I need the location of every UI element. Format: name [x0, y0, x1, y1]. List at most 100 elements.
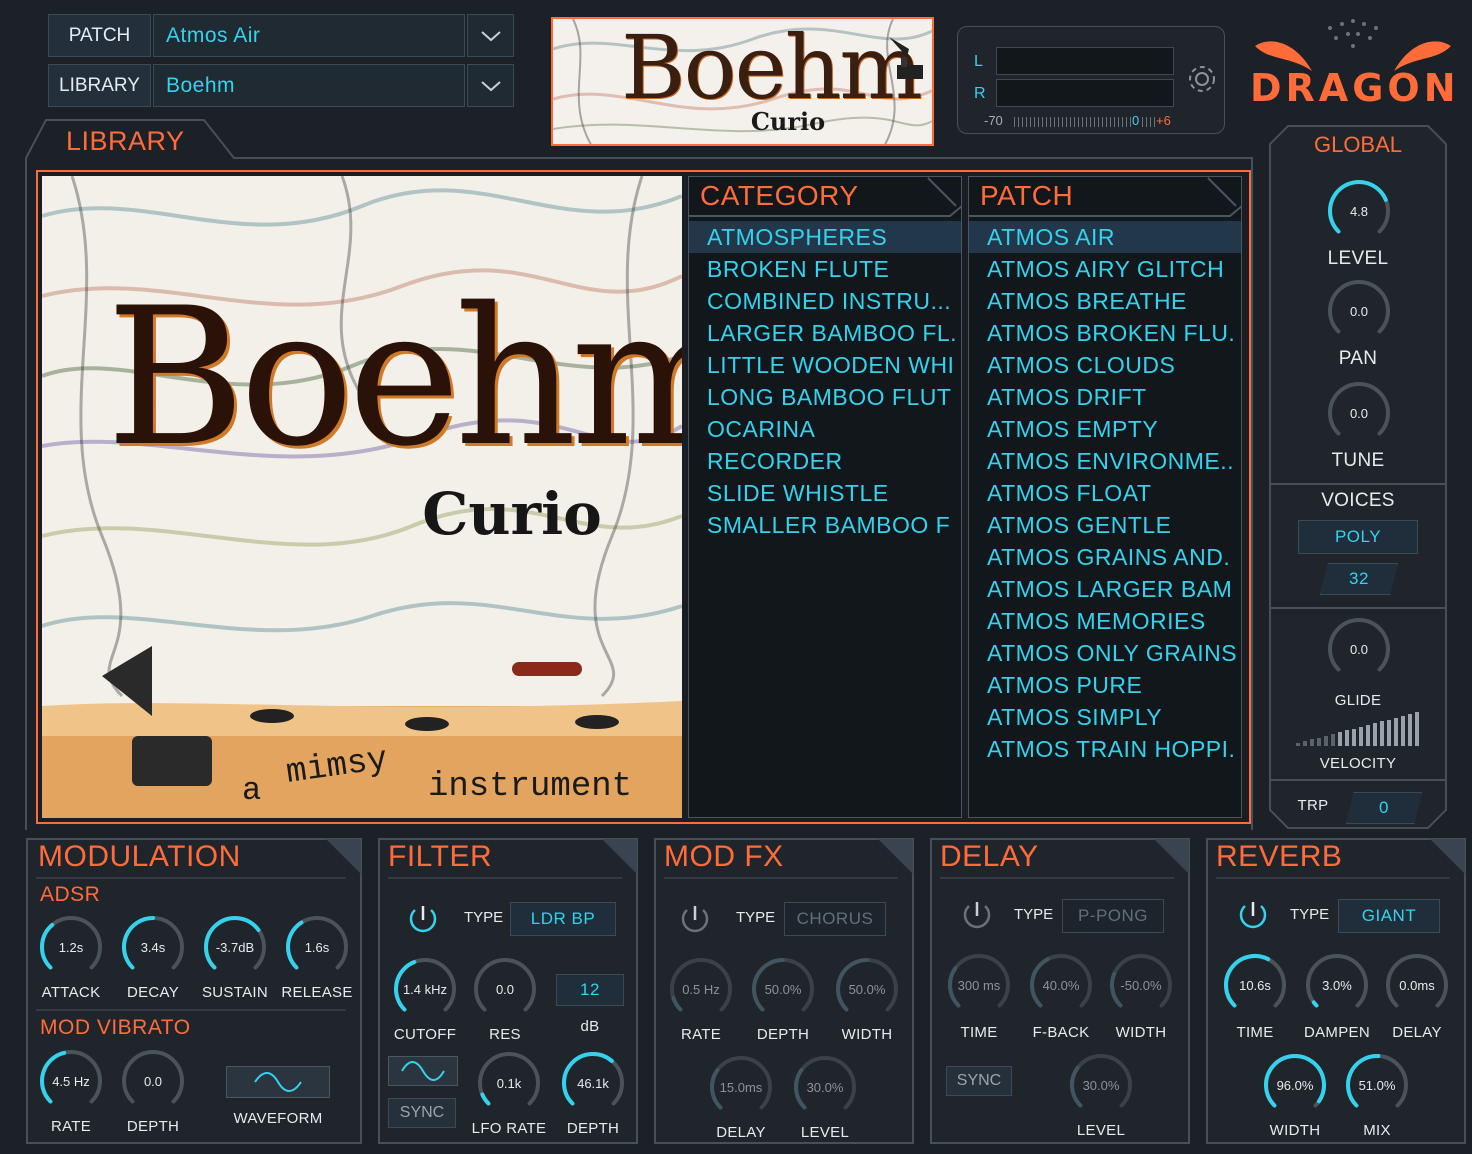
patch-dropdown-button[interactable] — [467, 14, 514, 57]
patch-item[interactable]: ATMOS DRIFT — [969, 381, 1241, 413]
waveform-button[interactable] — [226, 1066, 330, 1098]
patch-item[interactable]: ATMOS GENTLE — [969, 509, 1241, 541]
reverb-title: REVERB — [1216, 840, 1343, 873]
patch-item[interactable]: ATMOS EMPTY — [969, 413, 1241, 445]
level-label: LEVEL — [1327, 248, 1389, 269]
reverb-mix-knob[interactable]: 51.0% — [1344, 1052, 1410, 1118]
patch-item[interactable]: ATMOS LARGER BAM — [969, 573, 1241, 605]
gear-icon[interactable] — [1184, 61, 1220, 97]
patch-item[interactable]: ATMOS AIRY GLITCH — [969, 253, 1241, 285]
voices-count-field[interactable]: 32 — [1320, 563, 1398, 595]
library-label: LIBRARY — [48, 64, 151, 107]
patch-item[interactable]: ATMOS MEMORIES — [969, 605, 1241, 637]
delay-power-icon[interactable] — [960, 898, 994, 937]
trp-label: TRP — [1297, 797, 1329, 814]
reverb-type-selector[interactable]: GIANT — [1338, 899, 1440, 933]
delay-level-knob[interactable]: 30.0% — [1068, 1052, 1134, 1118]
filter-sync-button[interactable]: SYNC — [388, 1098, 456, 1128]
modfx-width-knob[interactable]: 50.0% — [834, 956, 900, 1022]
global-title: GLOBAL — [1313, 132, 1403, 157]
velocity-bar — [1352, 728, 1356, 746]
reverb-power-icon[interactable] — [1236, 898, 1270, 937]
glide-knob[interactable]: 0.0 — [1326, 616, 1392, 682]
modfx-level-knob[interactable]: 30.0% — [792, 1054, 858, 1120]
patch-item[interactable]: ATMOS BROKEN FLU. — [969, 317, 1241, 349]
patch-item[interactable]: ATMOS CLOUDS — [969, 349, 1241, 381]
velocity-bar — [1401, 716, 1405, 746]
patch-item[interactable]: ATMOS PURE — [969, 669, 1241, 701]
patch-field[interactable]: Atmos Air — [153, 14, 465, 57]
modfx-delay-knob[interactable]: 15.0ms — [708, 1054, 774, 1120]
modfx-power-icon[interactable] — [678, 902, 712, 941]
patch-item[interactable]: ATMOS FLOAT — [969, 477, 1241, 509]
velocity-bar — [1387, 719, 1391, 746]
attack-knob[interactable]: 1.2s — [38, 914, 104, 980]
patch-item[interactable]: ATMOS GRAINS AND. — [969, 541, 1241, 573]
level-knob[interactable]: 4.8 — [1326, 178, 1392, 244]
decay-knob[interactable]: 3.4s — [120, 914, 186, 980]
velocity-curve[interactable] — [1296, 712, 1422, 746]
patch-label: PATCH — [48, 14, 151, 57]
vibrato-rate-knob[interactable]: 4.5 Hz — [38, 1048, 104, 1114]
sustain-knob[interactable]: -3.7dB — [202, 914, 268, 980]
reverb-dampen-knob[interactable]: 3.0% — [1304, 952, 1370, 1018]
vibrato-depth-knob[interactable]: 0.0 — [120, 1048, 186, 1114]
category-item[interactable]: LONG BAMBOO FLUT — [689, 381, 961, 413]
filter-power-icon[interactable] — [406, 902, 440, 941]
waveform-label: WAVEFORM — [233, 1110, 323, 1127]
lfo-rate-knob[interactable]: 0.1k — [476, 1050, 542, 1116]
modfx-level-label: LEVEL — [800, 1124, 850, 1141]
category-item[interactable]: BROKEN FLUTE — [689, 253, 961, 285]
chevron-down-icon — [480, 80, 501, 91]
artwork-tag-instrument: instrument — [428, 768, 633, 806]
artwork-tag-a: a — [242, 772, 262, 809]
knob-value: 46.1k — [577, 1075, 609, 1091]
category-item[interactable]: LITTLE WOODEN WHI — [689, 349, 961, 381]
delay-time-knob[interactable]: 300 ms — [946, 952, 1012, 1018]
res-knob[interactable]: 0.0 — [472, 956, 538, 1022]
category-item[interactable]: ATMOSPHERES — [689, 221, 961, 253]
filter-depth-knob[interactable]: 46.1k — [560, 1050, 626, 1116]
brand-logo: DRAGON — [1250, 6, 1456, 121]
release-knob[interactable]: 1.6s — [284, 914, 350, 980]
delay-width-knob[interactable]: -50.0% — [1108, 952, 1174, 1018]
sine-wave-icon — [254, 1072, 302, 1092]
modfx-depth-knob[interactable]: 50.0% — [750, 956, 816, 1022]
adsr-title: ADSR — [40, 883, 101, 906]
patch-item[interactable]: ATMOS TRAIN HOPPI. — [969, 733, 1241, 765]
patch-item[interactable]: ATMOS SIMPLY — [969, 701, 1241, 733]
filter-db-field[interactable]: 12 — [556, 974, 624, 1006]
trp-field[interactable]: 0 — [1346, 792, 1422, 824]
reverb-time-knob[interactable]: 10.6s — [1222, 952, 1288, 1018]
filter-lfo-wave-button[interactable] — [388, 1056, 458, 1086]
library-dropdown-button[interactable] — [467, 64, 514, 107]
category-item[interactable]: SLIDE WHISTLE — [689, 477, 961, 509]
category-item[interactable]: OCARINA — [689, 413, 961, 445]
reverb-width-knob[interactable]: 96.0% — [1262, 1052, 1328, 1118]
category-item[interactable]: SMALLER BAMBOO F — [689, 509, 961, 541]
modfx-type-selector[interactable]: CHORUS — [784, 902, 886, 936]
reverb-delay-knob[interactable]: 0.0ms — [1384, 952, 1450, 1018]
tune-knob[interactable]: 0.0 — [1326, 380, 1392, 446]
chevron-down-icon — [480, 30, 501, 41]
filter-type-selector[interactable]: LDR BP — [510, 902, 616, 936]
patch-item[interactable]: ATMOS ENVIRONME.. — [969, 445, 1241, 477]
delay-fback-knob[interactable]: 40.0% — [1028, 952, 1094, 1018]
delay-type-selector[interactable]: P-PONG — [1062, 899, 1164, 933]
category-item[interactable]: RECORDER — [689, 445, 961, 477]
velocity-bar — [1408, 714, 1412, 746]
patch-item[interactable]: ATMOS ONLY GRAINS — [969, 637, 1241, 669]
patch-item[interactable]: ATMOS BREATHE — [969, 285, 1241, 317]
velocity-bar — [1359, 726, 1363, 746]
delay-sync-button[interactable]: SYNC — [946, 1066, 1012, 1096]
modfx-rate-knob[interactable]: 0.5 Hz — [668, 956, 734, 1022]
library-field[interactable]: Boehm — [153, 64, 465, 107]
category-item[interactable]: COMBINED INSTRU... — [689, 285, 961, 317]
category-item[interactable]: LARGER BAMBOO FL. — [689, 317, 961, 349]
knob-value: 300 ms — [957, 977, 1001, 993]
cutoff-knob[interactable]: 1.4 kHz — [392, 956, 458, 1022]
pan-knob[interactable]: 0.0 — [1326, 278, 1392, 344]
patch-item[interactable]: ATMOS AIR — [969, 221, 1241, 253]
voices-mode-button[interactable]: POLY — [1298, 520, 1418, 554]
velocity-bar — [1310, 739, 1314, 746]
